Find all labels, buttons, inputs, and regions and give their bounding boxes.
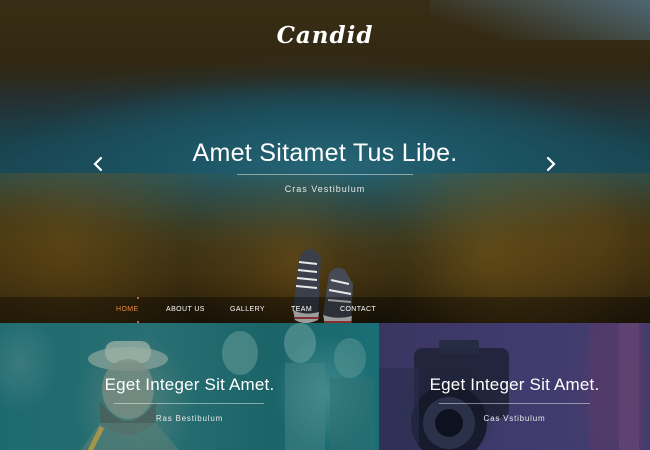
slide-subtitle: Cras Vestibulum (284, 184, 366, 194)
panel-title: Eget Integer Sit Amet. (104, 375, 275, 394)
panel-subtitle: Ras Bestibulum (155, 414, 224, 423)
main-nav: HOME ABOUT US GALLERY TEAM CONTACT (0, 297, 650, 323)
nav-active-dot (137, 297, 139, 299)
panel-subtitle: Cas Vstibulum (483, 414, 546, 423)
slide-title: Amet Sitamet Tus Libe. (192, 139, 458, 167)
panel-divider (114, 403, 264, 404)
nav-about-us[interactable]: ABOUT US (166, 306, 205, 313)
feature-panel-left[interactable]: Eget Integer Sit Amet. Ras Bestibulum (0, 323, 379, 450)
nav-contact[interactable]: CONTACT (340, 306, 376, 313)
slide-divider (237, 174, 413, 175)
nav-home[interactable]: HOME (116, 306, 139, 313)
hero-slider: Candid Amet Sitamet Tus Libe. Cras Vesti… (0, 0, 650, 323)
site-logo[interactable]: Candid (0, 22, 650, 49)
panel-divider (439, 403, 590, 404)
feature-panel-right[interactable]: Eget Integer Sit Amet. Cas Vstibulum (379, 323, 650, 450)
nav-team[interactable]: TEAM (291, 306, 312, 313)
panel-title: Eget Integer Sit Amet. (429, 375, 600, 394)
nav-gallery[interactable]: GALLERY (230, 306, 265, 313)
